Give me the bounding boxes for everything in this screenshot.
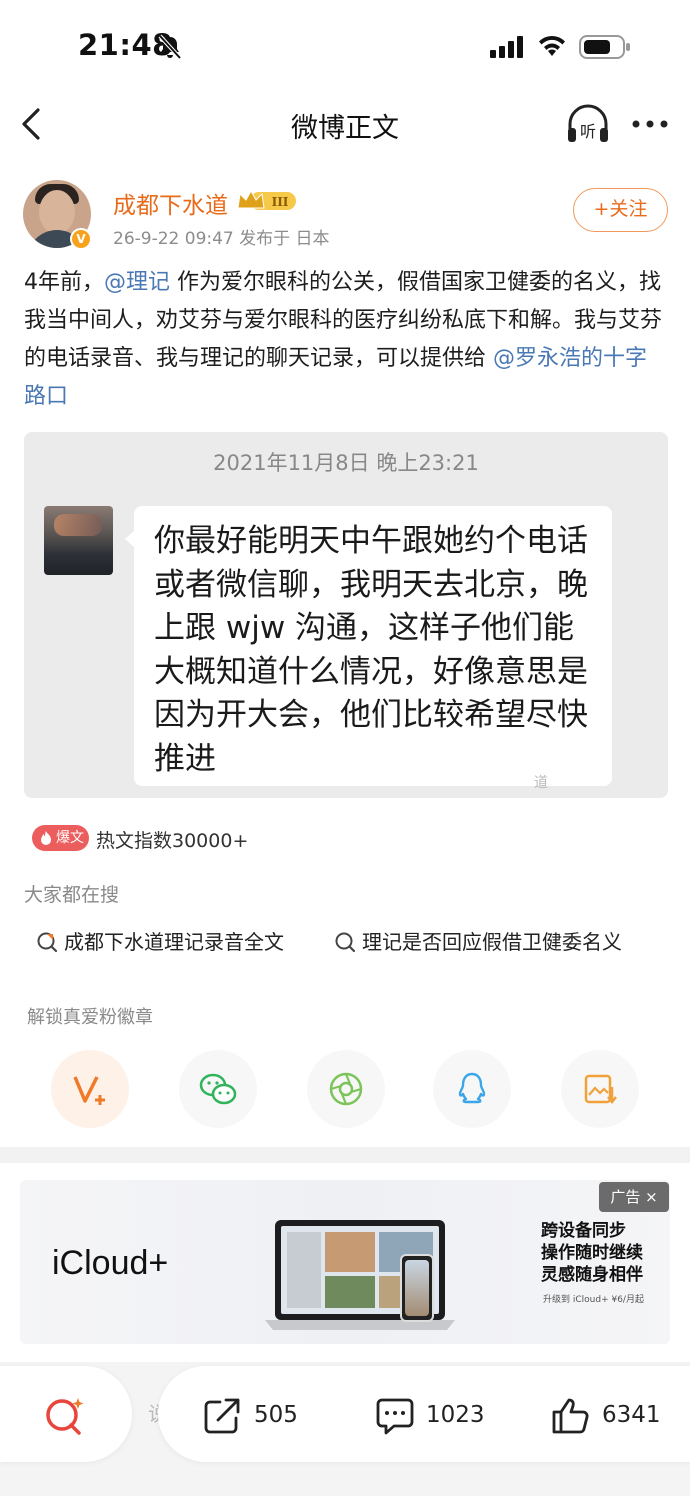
- post-text-segment: 4年前，: [24, 270, 104, 295]
- verified-badge: V: [70, 228, 92, 250]
- share-moments-button[interactable]: [307, 1050, 385, 1128]
- hot-index-text: 热文指数30000+: [96, 830, 249, 852]
- search-suggestion-label: 成都下水道理记录音全文: [64, 930, 284, 954]
- save-image-button[interactable]: [561, 1050, 639, 1128]
- ad-copy: 跨设备同步 操作随时继续 灵感随身相伴: [541, 1220, 643, 1286]
- flame-icon: [41, 831, 51, 845]
- more-options-icon[interactable]: [630, 110, 670, 138]
- hot-badge-label: 爆文: [56, 830, 84, 846]
- hot-badge: 爆文: [32, 825, 89, 851]
- share-qq-button[interactable]: [433, 1050, 511, 1128]
- chat-sender-avatar: [44, 506, 113, 575]
- listen-label: 听: [580, 122, 596, 141]
- chat-bubble: 你最好能明天中午跟她约个电话或者微信聊，我明天去北京，晚上跟 wjw 沟通，这样…: [134, 506, 612, 786]
- search-icon: [335, 932, 356, 953]
- share-weibo-fan-button[interactable]: [51, 1050, 129, 1128]
- phone-illustration: [400, 1254, 434, 1322]
- navigation-bar: 微博正文 听: [0, 92, 690, 156]
- post-body: 4年前，@理记 作为爱尔眼科的公关，假借国家卫健委的名义，找我当中间人，劝艾芬与…: [24, 264, 668, 416]
- phone-screen: [405, 1260, 429, 1316]
- like-count: 6341: [602, 1402, 661, 1428]
- actions-pill: 505 1023 6341: [158, 1366, 690, 1462]
- badge-level-text: III: [272, 195, 289, 209]
- avatar-face: [39, 190, 75, 234]
- ad-fine-print: 升级到 iCloud+ ¥6/月起: [543, 1295, 644, 1305]
- save-image-icon: [584, 1074, 617, 1105]
- mention-link[interactable]: @理记: [104, 270, 170, 295]
- status-bar: 21:48: [0, 0, 690, 92]
- ad-line: 跨设备同步: [541, 1221, 626, 1241]
- ad-brand: iCloud+: [52, 1244, 169, 1282]
- ad-line: 灵感随身相伴: [541, 1265, 643, 1285]
- battery-icon: [579, 35, 630, 59]
- comment-count: 1023: [426, 1402, 485, 1428]
- repost-count: 505: [254, 1402, 298, 1428]
- chat-screenshot-image[interactable]: 2021年11月8日 晚上23:21 你最好能明天中午跟她约个电话或者微信聊，我…: [24, 432, 668, 798]
- ad-banner[interactable]: iCloud+ 跨设备同步 操作随时继续 灵感随身相伴 升级到 iCloud+ …: [20, 1180, 670, 1344]
- ad-close-tag[interactable]: 广告 ×: [599, 1182, 669, 1212]
- cellular-signal-icon: [490, 36, 523, 58]
- share-wechat-button[interactable]: [179, 1050, 257, 1128]
- trending-search-icon: [37, 932, 58, 953]
- search-suggestion-chip[interactable]: 成都下水道理记录音全文: [24, 918, 306, 966]
- ai-search-icon: [46, 1398, 84, 1435]
- qq-icon: [458, 1072, 486, 1104]
- unlock-badge-title: 解锁真爱粉徽章: [27, 1007, 153, 1028]
- bell-muted-icon: [158, 34, 182, 60]
- post-meta: 26-9-22 09:47 发布于 日本: [113, 229, 330, 249]
- ai-search-button[interactable]: [0, 1366, 132, 1462]
- chat-avatar-sky: [54, 514, 102, 536]
- repost-icon: [204, 1398, 240, 1434]
- chat-message: 你最好能明天中午跟她约个电话或者微信聊，我明天去北京，晚上跟 wjw 沟通，这样…: [154, 523, 588, 777]
- search-suggestion-label: 理记是否回应假借卫健委名义: [362, 930, 622, 954]
- follow-button[interactable]: +关注: [573, 188, 668, 232]
- thumbs-up-icon: [552, 1398, 589, 1434]
- author-name[interactable]: 成都下水道: [113, 186, 228, 220]
- wechat-icon: [199, 1073, 237, 1105]
- headphone-listen-icon[interactable]: 听: [565, 102, 611, 146]
- crown-level-badge: III: [237, 189, 296, 210]
- comment-icon: [376, 1398, 414, 1435]
- wifi-icon: [539, 35, 565, 56]
- chat-date: 2021年11月8日 晚上23:21: [213, 451, 479, 475]
- ad-line: 操作随时继续: [541, 1243, 643, 1263]
- search-suggestion-chip[interactable]: 理记是否回应假借卫健委名义: [322, 918, 644, 966]
- bottom-action-bar: 说 505 1023 6341: [0, 1362, 690, 1496]
- v-plus-icon: [73, 1076, 105, 1105]
- search-section-title: 大家都在搜: [24, 884, 120, 906]
- moments-icon: [329, 1072, 363, 1106]
- section-divider: [0, 1147, 690, 1163]
- image-watermark: 道: [534, 775, 548, 791]
